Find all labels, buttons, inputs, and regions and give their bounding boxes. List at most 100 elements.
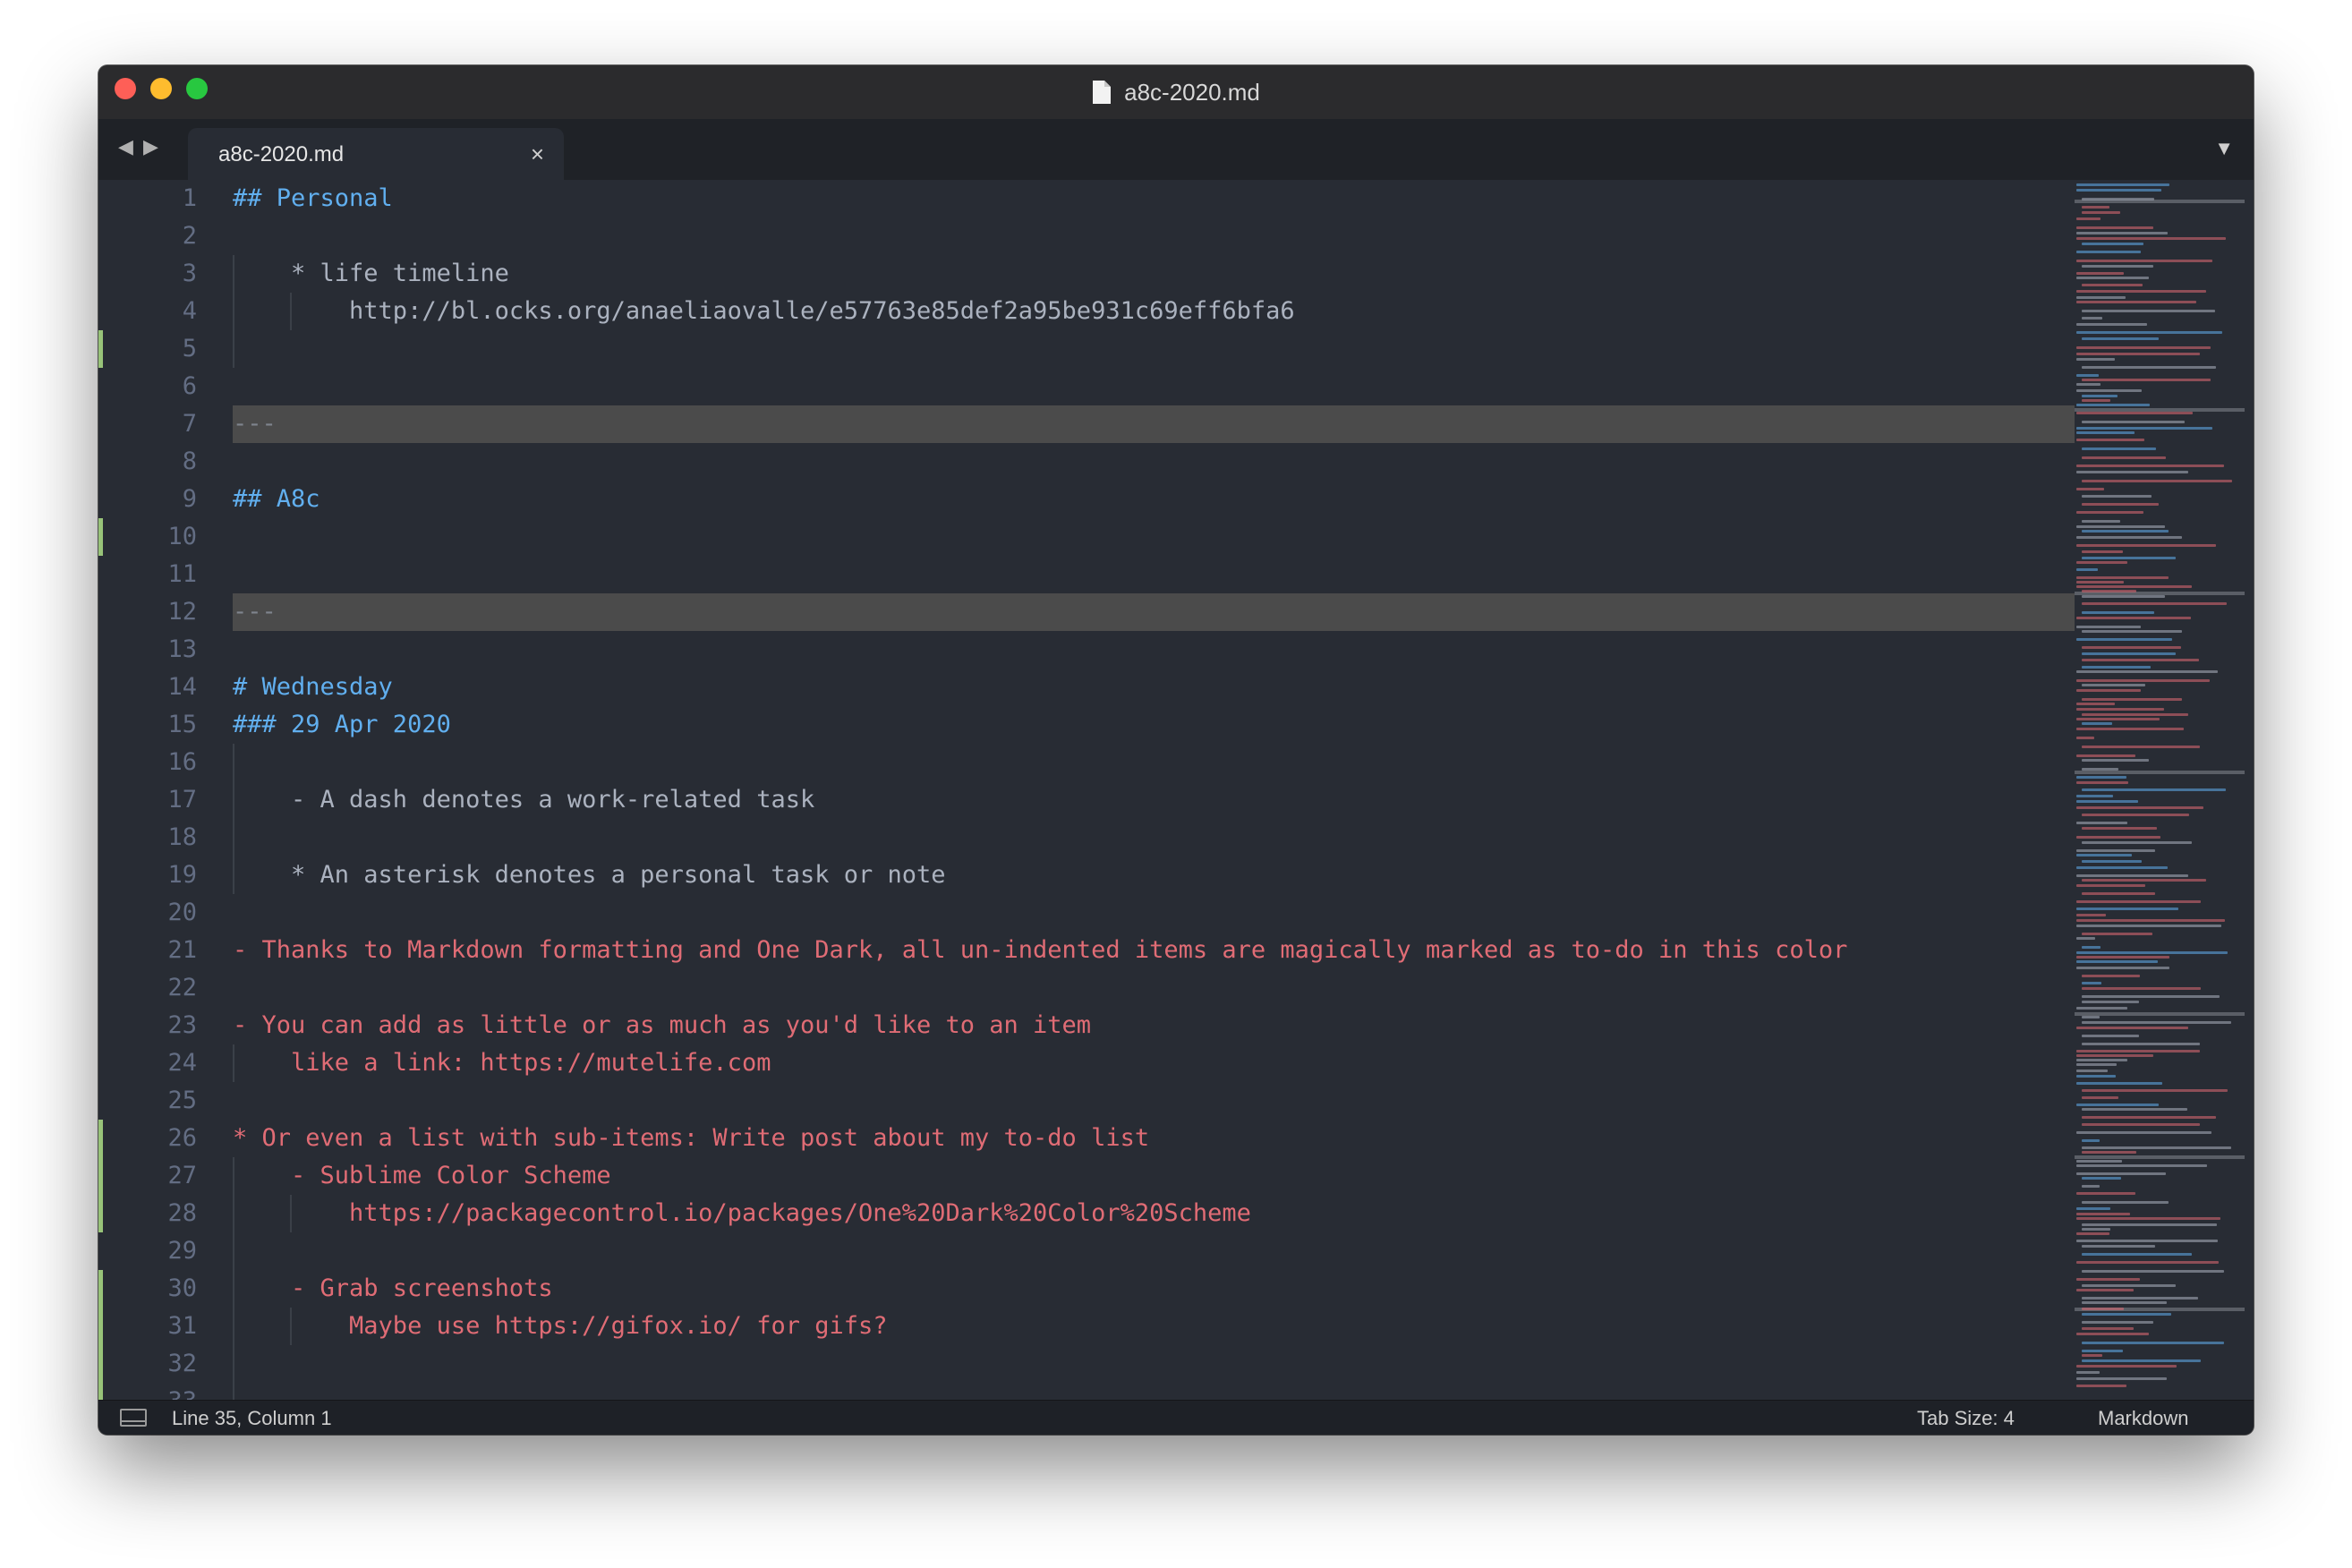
minimap-line	[2076, 967, 2169, 969]
minimap-separator	[2075, 1012, 2245, 1016]
minimap-line	[2076, 1207, 2110, 1210]
minimap-line	[2082, 366, 2216, 369]
minimap-line	[2082, 1284, 2176, 1287]
code-line: * life timeline	[233, 260, 509, 287]
modified-line-marker	[98, 1157, 103, 1195]
minimap-line	[2076, 1240, 2218, 1242]
minimap-line	[2076, 908, 2178, 910]
minimap-line	[2076, 1289, 2134, 1291]
minimap-line	[2082, 1146, 2231, 1149]
minimap-line	[2076, 884, 2145, 887]
minimap-line	[2082, 595, 2165, 598]
cursor-position[interactable]: Line 35, Column 1	[172, 1407, 332, 1430]
code-line: - Thanks to Markdown formatting and One …	[233, 936, 1848, 964]
minimap-line	[2076, 431, 2135, 434]
minimap-line	[2082, 480, 2232, 482]
minimap-line	[2076, 1217, 2220, 1220]
modified-line-marker	[98, 330, 103, 368]
minimap-line	[2082, 1253, 2192, 1256]
minimap-line	[2082, 503, 2159, 506]
tab-a8c-2020[interactable]: a8c-2020.md ×	[188, 128, 564, 180]
minimap-line	[2082, 841, 2192, 844]
line-number: 8	[182, 447, 197, 475]
panel-toggle-icon[interactable]	[120, 1409, 147, 1427]
minimap-line	[2076, 389, 2142, 392]
minimap-line	[2076, 951, 2228, 954]
window-title: a8c-2020.md	[98, 65, 2254, 119]
line-number: 20	[167, 899, 197, 926]
syntax-indicator[interactable]: Markdown	[2098, 1407, 2188, 1430]
minimap-line	[2076, 708, 2164, 711]
tab-close-icon[interactable]: ×	[531, 141, 544, 168]
minimap-line	[2082, 1089, 2228, 1092]
minimap-line	[2076, 511, 2143, 514]
minimap-line	[2082, 666, 2151, 669]
code-line: * An asterisk denotes a personal task or…	[233, 861, 946, 889]
minimap-line	[2076, 638, 2172, 641]
code-line: - You can add as little or as much as yo…	[233, 1011, 1092, 1039]
minimap-line	[2076, 464, 2224, 467]
line-number: 29	[167, 1237, 197, 1265]
code-line: - Sublime Color Scheme	[233, 1162, 611, 1189]
minimap-line	[2082, 1308, 2124, 1310]
code-line: ## Personal	[233, 184, 393, 212]
line-number: 27	[167, 1162, 197, 1189]
code-line: like a link: https://mutelife.com	[233, 1049, 771, 1077]
minimap-line	[2076, 914, 2106, 916]
minimap-line	[2076, 937, 2095, 940]
minimap-line	[2082, 659, 2199, 661]
minimap-line	[2076, 576, 2169, 579]
line-number: 11	[167, 560, 197, 588]
minimap-line	[2076, 1377, 2167, 1380]
minimap-line	[2076, 776, 2126, 779]
modified-line-marker	[98, 1345, 103, 1383]
minimap-line	[2082, 652, 2176, 655]
minimap-line	[2076, 1371, 2100, 1374]
minimap-line	[2082, 713, 2188, 716]
minimap-line	[2076, 323, 2147, 326]
minimap[interactable]	[2075, 180, 2245, 1401]
minimap-line	[2076, 703, 2115, 705]
tab-dropdown-icon[interactable]: ▼	[2214, 137, 2234, 160]
code-line: ---	[233, 598, 277, 626]
minimap-separator	[2075, 771, 2245, 774]
minimap-line	[2076, 226, 2153, 229]
code-text-area[interactable]: ## Personal * life timeline http://bl.oc…	[233, 180, 2075, 1401]
line-number: 4	[182, 297, 197, 325]
indent-guide	[233, 255, 234, 368]
minimap-line	[2076, 301, 2196, 303]
minimap-line	[2082, 1313, 2171, 1316]
minimap-line	[2076, 1278, 2140, 1281]
minimap-line	[2076, 427, 2212, 430]
indent-guide	[233, 1157, 234, 1401]
back-arrow-icon[interactable]: ◀	[118, 135, 133, 158]
code-line: ---	[233, 410, 277, 438]
minimap-line	[2082, 310, 2215, 312]
minimap-line	[2076, 849, 2155, 852]
minimap-line	[2076, 237, 2226, 240]
minimap-line	[2076, 412, 2193, 414]
minimap-line	[2082, 933, 2152, 935]
code-line: * Or even a list with sub-items: Write p…	[233, 1124, 1150, 1152]
tab-size-indicator[interactable]: Tab Size: 4	[1917, 1407, 2015, 1430]
minimap-line	[2082, 698, 2182, 701]
minimap-line	[2076, 277, 2149, 279]
editor-area[interactable]: 1 2 3 4 5 6 7 8 9 10 11 12 13 14 15 16 17 18 19 20 21 22 23 24 2…	[98, 180, 2254, 1401]
minimap-line	[2076, 689, 2141, 692]
minimap-line	[2076, 1054, 2153, 1057]
minimap-line	[2076, 525, 2165, 528]
modified-line-marker	[98, 1195, 103, 1232]
minimap-line	[2082, 1321, 2153, 1324]
minimap-line	[2082, 1123, 2200, 1126]
minimap-line	[2076, 754, 2135, 757]
minimap-line	[2082, 814, 2189, 816]
forward-arrow-icon[interactable]: ▶	[143, 135, 158, 158]
minimap-line	[2076, 806, 2203, 809]
minimap-line	[2082, 602, 2227, 605]
